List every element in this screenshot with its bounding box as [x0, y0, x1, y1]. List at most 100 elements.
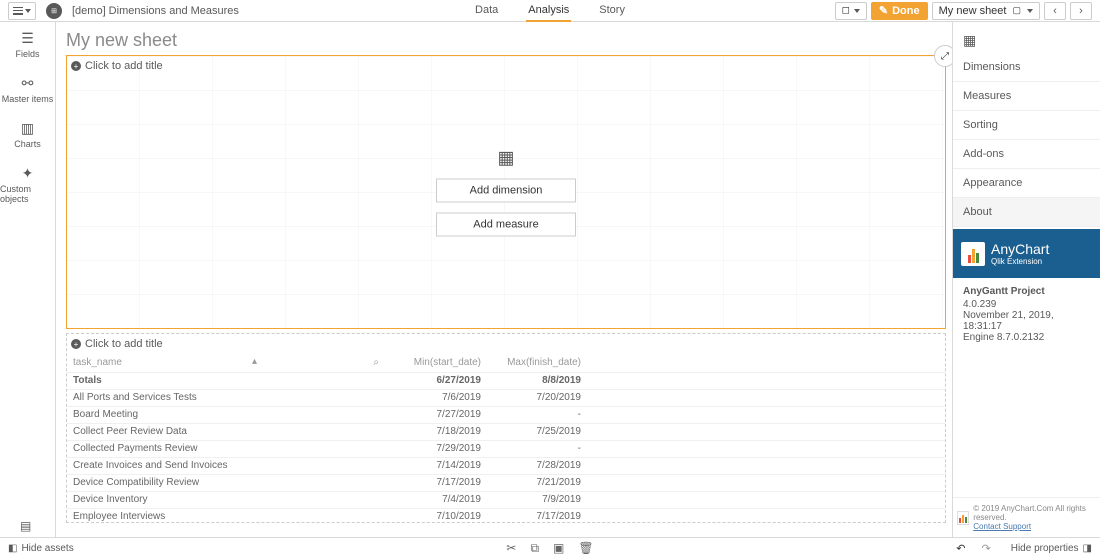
- plus-icon: +: [71, 61, 81, 71]
- paste-button[interactable]: ▣: [553, 541, 564, 556]
- table-row[interactable]: Device Compatibility Review7/17/20197/21…: [67, 474, 945, 491]
- bookmark-button[interactable]: ◻: [835, 2, 867, 20]
- sidebar-fields[interactable]: ☰ Fields: [0, 22, 55, 67]
- table-row[interactable]: Collected Payments Review7/29/2019-: [67, 440, 945, 457]
- nav-story[interactable]: Story: [597, 0, 627, 22]
- cell-bar: [587, 406, 945, 423]
- table-object[interactable]: + Click to add title task_name ▴ ⌕ Min(s…: [66, 333, 946, 523]
- cell-bar: [587, 457, 945, 474]
- table-title-prompt[interactable]: + Click to add title: [67, 334, 945, 354]
- add-measure-button[interactable]: Add measure: [436, 213, 576, 237]
- banner-title: AnyChart: [991, 241, 1049, 257]
- chart-title-prompt[interactable]: + Click to add title: [71, 60, 163, 72]
- cell-task: Create Invoices and Send Invoices: [67, 457, 387, 474]
- rp-item-add-ons[interactable]: Add-ons: [953, 140, 1100, 169]
- menu-button[interactable]: [8, 2, 36, 20]
- properties-panel: ▦ DimensionsMeasuresSortingAdd-onsAppear…: [952, 22, 1100, 537]
- cell-task: Collect Peer Review Data: [67, 423, 387, 440]
- rp-item-appearance[interactable]: Appearance: [953, 169, 1100, 198]
- custom-label: Custom objects: [0, 184, 55, 204]
- chart-object[interactable]: + Click to add title ⤢ ▦ Add dimension A…: [66, 55, 946, 329]
- totals-min: 6/27/2019: [387, 372, 487, 389]
- plus-icon: +: [71, 339, 81, 349]
- sheet-title[interactable]: My new sheet: [66, 30, 946, 51]
- hide-props-label: Hide properties: [1011, 543, 1079, 554]
- add-dimension-button[interactable]: Add dimension: [436, 179, 576, 203]
- cell-finish: -: [487, 406, 587, 423]
- hide-properties-button[interactable]: Hide properties ◨: [1011, 543, 1092, 554]
- rp-item-measures[interactable]: Measures: [953, 82, 1100, 111]
- cell-start: 7/14/2019: [387, 457, 487, 474]
- cell-bar: [587, 491, 945, 508]
- redo-button[interactable]: ↷: [982, 542, 991, 555]
- table-row[interactable]: Create Invoices and Send Invoices7/14/20…: [67, 457, 945, 474]
- panel-footer: © 2019 AnyChart.Com All rights reserved.…: [953, 497, 1100, 537]
- cell-start: 7/6/2019: [387, 389, 487, 406]
- about-info: AnyGantt Project 4.0.239 November 21, 20…: [953, 278, 1100, 351]
- col-max-finish[interactable]: Max(finish_date): [487, 354, 587, 372]
- cell-task: Device Compatibility Review: [67, 474, 387, 491]
- calendar-icon[interactable]: ▤: [20, 519, 31, 533]
- cell-task: Board Meeting: [67, 406, 387, 423]
- cell-finish: 7/28/2019: [487, 457, 587, 474]
- database-icon: ☰: [21, 30, 34, 47]
- table-row[interactable]: Board Meeting7/27/2019-: [67, 406, 945, 423]
- col-min-start[interactable]: Min(start_date): [387, 354, 487, 372]
- about-version: 4.0.239: [963, 299, 1090, 310]
- sidebar-master-items[interactable]: ⚯ Master items: [0, 67, 55, 112]
- top-bar: ⊞ [demo] Dimensions and Measures Data An…: [0, 0, 1100, 22]
- caret-down-icon: [854, 9, 860, 13]
- done-button[interactable]: ✎ Done: [871, 2, 928, 20]
- prev-sheet-button[interactable]: ‹: [1044, 2, 1066, 20]
- anychart-banner: AnyChart Qlik Extension: [953, 229, 1100, 278]
- cell-start: 7/18/2019: [387, 423, 487, 440]
- table-row[interactable]: Employee Interviews7/10/20197/17/2019: [67, 508, 945, 523]
- panel-icon: ◨: [1083, 543, 1092, 554]
- rp-item-sorting[interactable]: Sorting: [953, 111, 1100, 140]
- rp-item-dimensions[interactable]: Dimensions: [953, 53, 1100, 82]
- copy-button[interactable]: ⧉: [530, 541, 539, 556]
- canvas: My new sheet + Click to add title ⤢ ▦ Ad…: [56, 22, 952, 537]
- sidebar-charts[interactable]: ▥ Charts: [0, 112, 55, 157]
- anychart-logo-icon: [961, 242, 985, 266]
- fields-label: Fields: [15, 49, 39, 59]
- cell-task: Device Inventory: [67, 491, 387, 508]
- table-row[interactable]: Device Inventory7/4/20197/9/2019: [67, 491, 945, 508]
- object-type-icon: ▦: [953, 22, 1100, 53]
- link-icon: ⚯: [22, 75, 34, 92]
- banner-subtitle: Qlik Extension: [991, 257, 1049, 266]
- col-gantt: [587, 354, 945, 372]
- charts-label: Charts: [14, 139, 41, 149]
- sheet-label: My new sheet: [939, 5, 1007, 17]
- cut-button[interactable]: ✂: [506, 541, 516, 556]
- delete-button[interactable]: 🗑: [578, 541, 593, 556]
- rp-item-about[interactable]: About: [953, 198, 1100, 227]
- footer-copyright: © 2019 AnyChart.Com All rights reserved.: [973, 504, 1096, 522]
- cell-start: 7/27/2019: [387, 406, 487, 423]
- expand-button[interactable]: ⤢: [934, 45, 952, 67]
- next-sheet-button[interactable]: ›: [1070, 2, 1092, 20]
- nav-data[interactable]: Data: [473, 0, 500, 22]
- nav-analysis[interactable]: Analysis: [526, 0, 571, 22]
- contact-support-link[interactable]: Contact Support: [973, 522, 1031, 531]
- app-title: [demo] Dimensions and Measures: [72, 5, 239, 17]
- undo-button[interactable]: ↶: [956, 542, 965, 555]
- anychart-mini-logo-icon: [957, 511, 969, 525]
- search-icon[interactable]: ⌕: [373, 357, 379, 368]
- hide-assets-label: Hide assets: [21, 543, 73, 554]
- col-task-name[interactable]: task_name ▴ ⌕: [67, 354, 387, 372]
- cell-finish: -: [487, 440, 587, 457]
- sheet-icon: ▢: [1012, 5, 1021, 16]
- cell-bar: [587, 389, 945, 406]
- sheet-selector[interactable]: My new sheet ▢: [932, 2, 1040, 20]
- hide-assets-button[interactable]: ◧ Hide assets: [8, 543, 74, 554]
- sidebar-custom-objects[interactable]: ✦ Custom objects: [0, 157, 55, 212]
- totals-label: Totals: [67, 372, 387, 389]
- cell-start: 7/4/2019: [387, 491, 487, 508]
- cell-task: Employee Interviews: [67, 508, 387, 523]
- table-row[interactable]: Collect Peer Review Data7/18/20197/25/20…: [67, 423, 945, 440]
- about-name: AnyGantt Project: [963, 286, 1090, 297]
- about-date: November 21, 2019, 18:31:17: [963, 310, 1090, 332]
- table-row[interactable]: All Ports and Services Tests7/6/20197/20…: [67, 389, 945, 406]
- puzzle-icon: ✦: [22, 165, 34, 182]
